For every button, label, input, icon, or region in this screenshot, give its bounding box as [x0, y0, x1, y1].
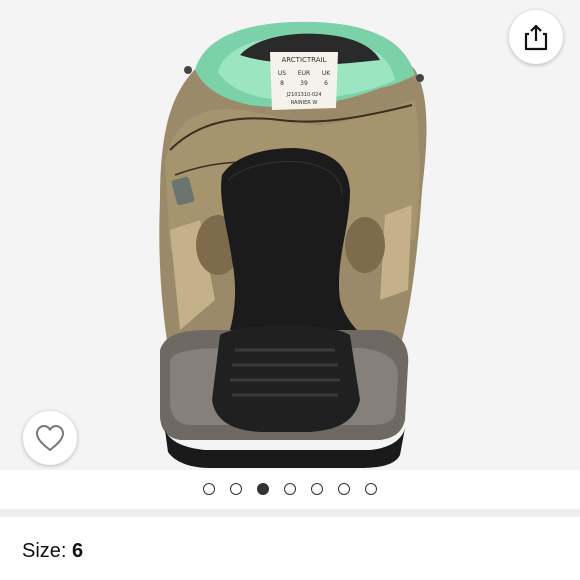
carousel-dot-active[interactable] [257, 483, 269, 495]
heart-icon [36, 425, 64, 451]
wishlist-button[interactable] [23, 411, 77, 465]
size-value: 6 [72, 540, 84, 562]
svg-text:39: 39 [300, 80, 308, 87]
size-selection: Size: 6 [22, 540, 83, 563]
product-image-area[interactable]: ARCTICTRAIL US EUR UK 8 39 6 J2101310-02… [0, 0, 580, 470]
svg-text:US: US [278, 70, 286, 77]
svg-text:6: 6 [324, 80, 328, 87]
carousel-dot[interactable] [311, 483, 323, 495]
carousel-dot[interactable] [284, 483, 296, 495]
carousel-dot[interactable] [365, 483, 377, 495]
svg-text:UK: UK [322, 70, 331, 77]
svg-text:8: 8 [280, 80, 284, 87]
svg-text:J2101310-024: J2101310-024 [285, 92, 321, 98]
carousel-dot[interactable] [203, 483, 215, 495]
svg-text:EUR: EUR [298, 70, 310, 77]
product-image: ARCTICTRAIL US EUR UK 8 39 6 J2101310-02… [159, 21, 427, 468]
carousel-indicator [0, 478, 580, 500]
share-icon [524, 24, 548, 51]
share-button[interactable] [509, 10, 563, 64]
size-label-tag: ARCTICTRAIL US EUR UK 8 39 6 J2101310-02… [270, 52, 338, 110]
carousel-dot[interactable] [230, 483, 242, 495]
svg-text:RAINIER W: RAINIER W [291, 100, 318, 106]
section-divider [0, 509, 580, 517]
size-label: Size: [22, 540, 73, 562]
carousel-dot[interactable] [338, 483, 350, 495]
tag-brand: ARCTICTRAIL [281, 56, 326, 64]
